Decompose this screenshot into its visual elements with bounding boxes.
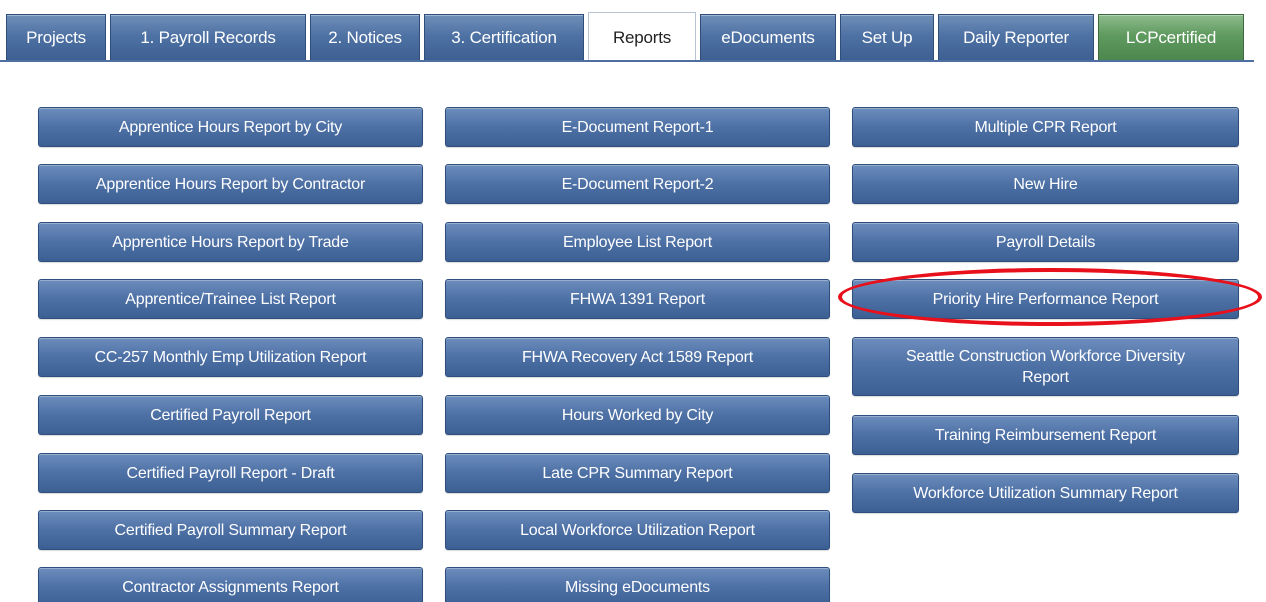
report-late-cpr-summary-button[interactable]: Late CPR Summary Report [445, 453, 830, 493]
tab-lcpcertified[interactable]: LCPcertified [1098, 14, 1244, 60]
report-apprentice-hours-by-city-button[interactable]: Apprentice Hours Report by City [38, 107, 423, 147]
report-priority-hire-performance-button[interactable]: Priority Hire Performance Report [852, 279, 1239, 319]
report-fhwa-recovery-act-1589-button[interactable]: FHWA Recovery Act 1589 Report [445, 337, 830, 377]
tab-edocuments[interactable]: eDocuments [700, 14, 836, 60]
report-training-reimbursement-button[interactable]: Training Reimbursement Report [852, 415, 1239, 455]
report-employee-list-button[interactable]: Employee List Report [445, 222, 830, 262]
report-apprentice-trainee-list-button[interactable]: Apprentice/Trainee List Report [38, 279, 423, 319]
report-certified-payroll-summary-button[interactable]: Certified Payroll Summary Report [38, 510, 423, 550]
report-apprentice-hours-by-contractor-button[interactable]: Apprentice Hours Report by Contractor [38, 164, 423, 204]
report-missing-edocuments-button[interactable]: Missing eDocuments [445, 567, 830, 602]
report-certified-payroll-button[interactable]: Certified Payroll Report [38, 395, 423, 435]
report-edocument-1-button[interactable]: E-Document Report-1 [445, 107, 830, 147]
report-local-workforce-utilization-button[interactable]: Local Workforce Utilization Report [445, 510, 830, 550]
report-payroll-details-button[interactable]: Payroll Details [852, 222, 1239, 262]
tab-projects[interactable]: Projects [6, 14, 106, 60]
report-edocument-2-button[interactable]: E-Document Report-2 [445, 164, 830, 204]
report-workforce-utilization-summary-button[interactable]: Workforce Utilization Summary Report [852, 473, 1239, 513]
tab-bar-underline [0, 60, 1254, 62]
tab-certification[interactable]: 3. Certification [424, 14, 584, 60]
report-apprentice-hours-by-trade-button[interactable]: Apprentice Hours Report by Trade [38, 222, 423, 262]
report-fhwa-1391-button[interactable]: FHWA 1391 Report [445, 279, 830, 319]
report-hours-worked-by-city-button[interactable]: Hours Worked by City [445, 395, 830, 435]
tab-notices[interactable]: 2. Notices [310, 14, 420, 60]
tab-strip: Projects 1. Payroll Records 2. Notices 3… [0, 12, 1248, 62]
main-tab-bar: Projects 1. Payroll Records 2. Notices 3… [0, 12, 1266, 62]
tab-reports[interactable]: Reports [588, 12, 696, 62]
tab-set-up[interactable]: Set Up [840, 14, 934, 60]
reports-page: Projects 1. Payroll Records 2. Notices 3… [0, 0, 1266, 602]
report-contractor-assignments-button[interactable]: Contractor Assignments Report [38, 567, 423, 602]
report-certified-payroll-draft-button[interactable]: Certified Payroll Report - Draft [38, 453, 423, 493]
report-new-hire-button[interactable]: New Hire [852, 164, 1239, 204]
tab-payroll-records[interactable]: 1. Payroll Records [110, 14, 306, 60]
report-multiple-cpr-button[interactable]: Multiple CPR Report [852, 107, 1239, 147]
report-seattle-construction-workforce-diversity-button[interactable]: Seattle Construction Workforce Diversity… [852, 337, 1239, 396]
tab-daily-reporter[interactable]: Daily Reporter [938, 14, 1094, 60]
report-cc257-monthly-emp-utilization-button[interactable]: CC-257 Monthly Emp Utilization Report [38, 337, 423, 377]
